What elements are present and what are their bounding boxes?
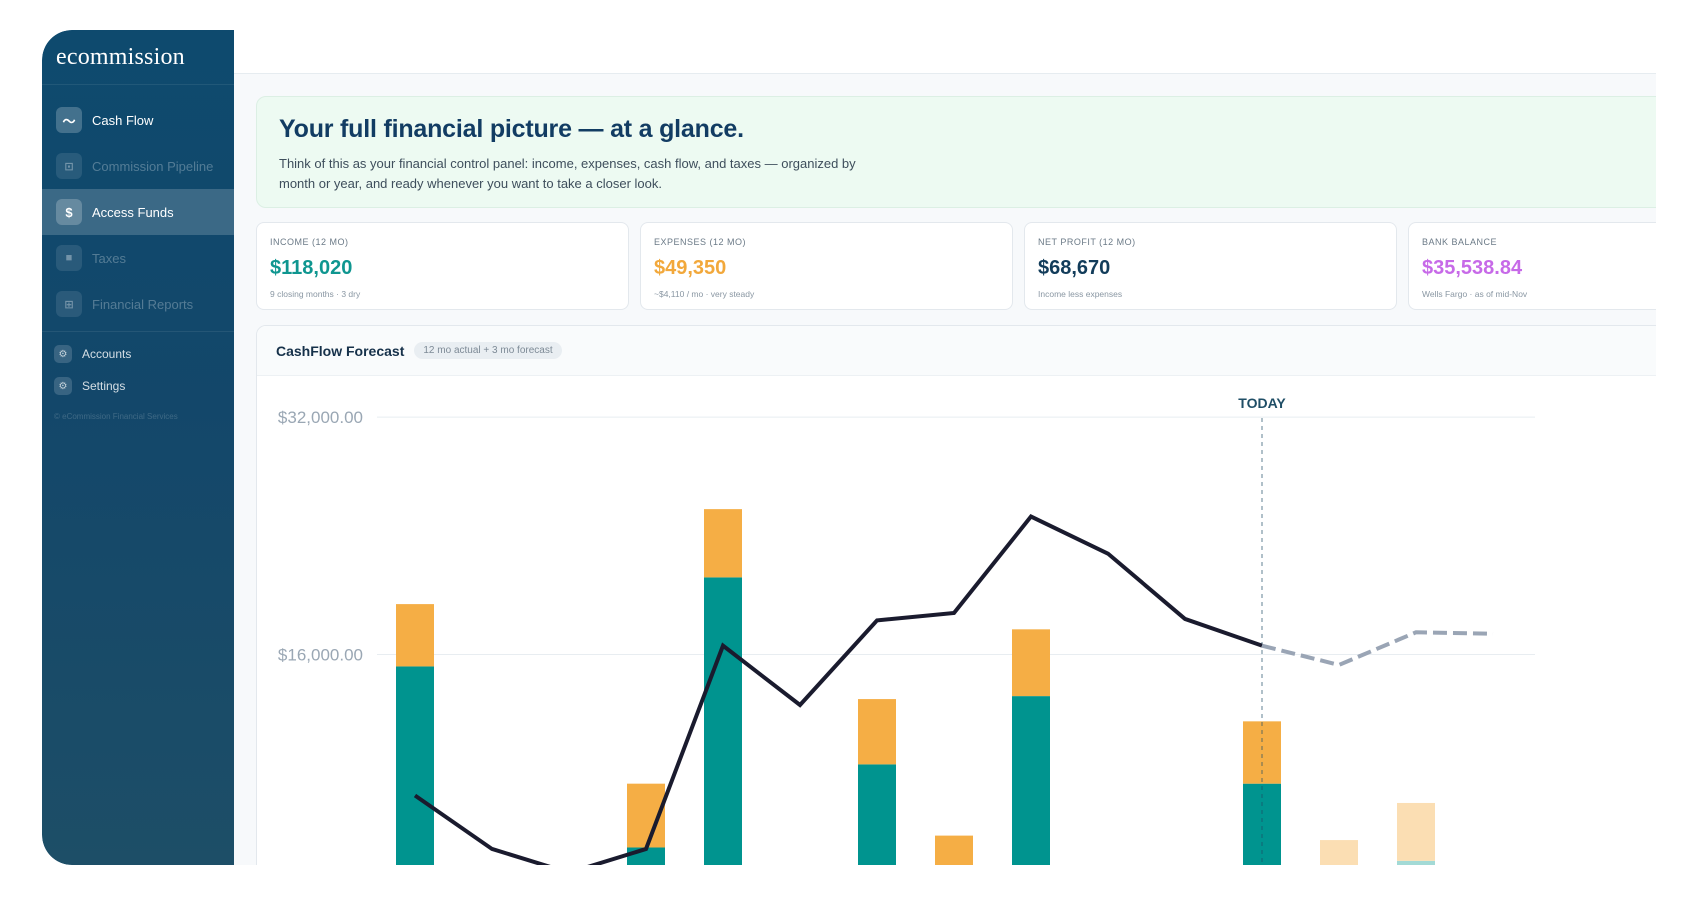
sidebar-item-settings[interactable]: ⚙ Settings — [42, 370, 234, 402]
sidebar-item-label: Access Funds — [92, 204, 174, 220]
expense-bar — [1320, 840, 1358, 865]
net-line-actual — [413, 514, 1263, 865]
sidebar-item-taxes[interactable]: ■ Taxes — [42, 235, 234, 281]
net-line-forecast — [1261, 630, 1494, 668]
copyright-text: © eCommission Financial Services — [54, 412, 178, 421]
wave-icon: 〜 — [56, 107, 82, 133]
expense-bar — [1012, 629, 1050, 697]
cashflow-chart: $32,000.00 $16,000.00 TODAY — [278, 395, 1535, 865]
kpi-label: NET PROFIT (12 MO) — [1038, 237, 1136, 247]
sidebar-item-label: Financial Reports — [92, 296, 194, 312]
kpi-card-net-profit: NET PROFIT (12 MO) $68,670 Income less e… — [1024, 222, 1397, 310]
sidebar-item-label: Cash Flow — [92, 112, 154, 128]
y-tick-label: $32,000.00 — [278, 408, 363, 427]
taxes-icon: ■ — [56, 245, 82, 271]
kpi-label: BANK BALANCE — [1422, 237, 1498, 247]
brand-logo[interactable]: ecommission — [42, 30, 234, 85]
brand-name: ecommission — [56, 43, 185, 70]
sidebar-item-label: Settings — [82, 379, 126, 393]
sidebar-item-access-funds[interactable]: $ Access Funds — [42, 189, 234, 235]
sidebar-item-label: Taxes — [92, 250, 126, 266]
expense-bar — [704, 509, 742, 578]
pipeline-icon: ⊡ — [56, 153, 82, 179]
kpi-value: $68,670 — [1038, 257, 1111, 279]
sidebar-item-accounts[interactable]: ⚙ Accounts — [42, 338, 234, 370]
sidebar: ecommission 〜 Cash Flow ⊡ Commission Pip… — [42, 30, 234, 865]
kpi-card-expenses: EXPENSES (12 MO) $49,350 ~$4,110 / mo · … — [640, 222, 1013, 310]
kpi-card-bank-balance: BANK BALANCE $35,538.84 Wells Fargo · as… — [1408, 222, 1656, 310]
kpi-value: $49,350 — [654, 257, 727, 279]
today-label: TODAY — [1238, 395, 1286, 411]
expense-bar — [1397, 802, 1435, 861]
gear-icon: ⚙ — [54, 345, 72, 363]
income-bar — [396, 666, 434, 865]
sidebar-item-commission-pipeline[interactable]: ⊡ Commission Pipeline — [42, 143, 234, 189]
top-bar — [234, 30, 1656, 74]
kpi-value: $118,020 — [270, 257, 353, 279]
kpi-card-income: INCOME (12 MO) $118,020 9 closing months… — [256, 222, 629, 310]
gear-icon: ⚙ — [54, 377, 72, 395]
page-title: Your full financial picture — at a glanc… — [279, 115, 744, 143]
kpi-row: INCOME (12 MO) $118,020 9 closing months… — [256, 222, 1656, 310]
sidebar-item-cash-flow[interactable]: 〜 Cash Flow — [42, 97, 234, 143]
kpi-value: $35,538.84 — [1422, 257, 1523, 279]
expense-bar — [858, 699, 896, 765]
dollar-icon: $ — [56, 199, 82, 225]
income-bar — [1397, 860, 1435, 865]
sidebar-item-label: Commission Pipeline — [92, 158, 214, 174]
kpi-subtext: ~$4,110 / mo · very steady — [654, 289, 755, 299]
expense-bar — [396, 604, 434, 667]
sidebar-item-financial-reports[interactable]: ⊞ Financial Reports — [42, 281, 234, 327]
page-description: Think of this as your financial control … — [279, 156, 856, 191]
kpi-subtext: Income less expenses — [1038, 289, 1123, 299]
kpi-subtext: Wells Fargo · as of mid-Nov — [1422, 289, 1528, 299]
kpi-label: EXPENSES (12 MO) — [654, 237, 747, 247]
sidebar-nav: 〜 Cash Flow ⊡ Commission Pipeline $ Acce… — [42, 85, 234, 327]
kpi-subtext: 9 closing months · 3 dry — [270, 289, 361, 299]
sidebar-item-label: Accounts — [82, 347, 132, 361]
y-tick-label: $16,000.00 — [278, 646, 363, 665]
kpi-label: INCOME (12 MO) — [270, 237, 349, 247]
income-bar — [858, 764, 896, 865]
expense-bar — [935, 835, 973, 865]
sidebar-divider — [42, 331, 234, 332]
income-bar — [704, 577, 742, 865]
income-bar — [1012, 696, 1050, 865]
app-window: ecommission 〜 Cash Flow ⊡ Commission Pip… — [42, 30, 1656, 865]
hero-banner: Your full financial picture — at a glanc… — [256, 96, 1656, 208]
reports-icon: ⊞ — [56, 291, 82, 317]
cashflow-chart-card: CashFlow Forecast 12 mo actual + 3 mo fo… — [256, 325, 1656, 865]
